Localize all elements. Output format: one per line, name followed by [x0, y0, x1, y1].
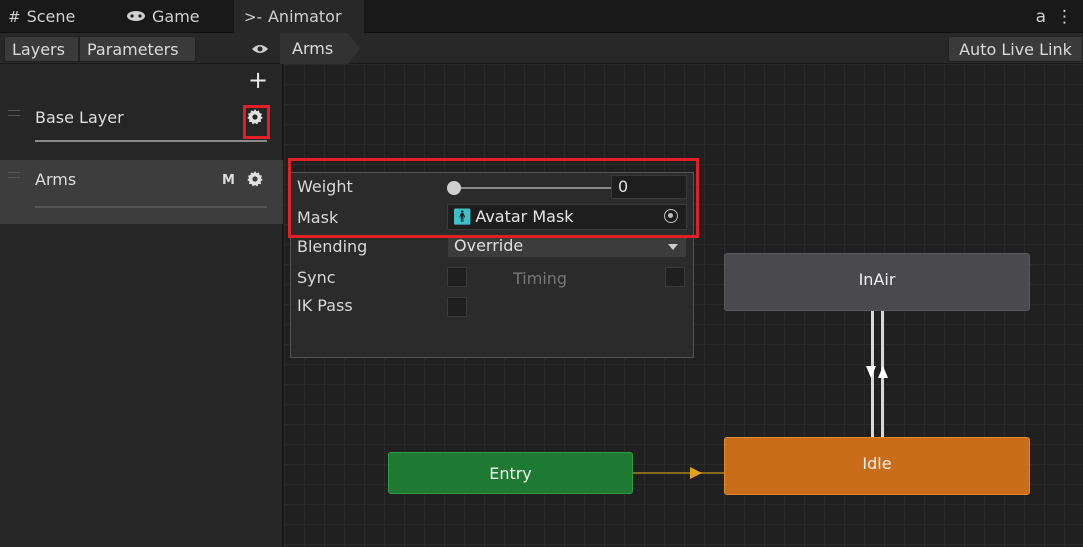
timing-checkbox[interactable] — [665, 267, 685, 287]
drag-handle-icon[interactable] — [8, 172, 20, 178]
tab-scene[interactable]: # Scene — [8, 0, 118, 33]
transition-arrows-icon — [866, 366, 888, 378]
layer-weight-bar — [35, 140, 267, 142]
gamepad-icon — [126, 8, 146, 26]
window-tab-bar: # Scene Game >- Animator a ⋮ — [0, 0, 1083, 33]
mask-badge: M — [222, 173, 235, 188]
tab-animator[interactable]: >- Animator — [234, 0, 364, 33]
chevron-down-icon — [668, 244, 678, 250]
eye-icon[interactable] — [246, 36, 274, 62]
tab-scene-label: Scene — [26, 7, 76, 26]
layer-name: Arms — [35, 170, 77, 189]
ik-pass-checkbox[interactable] — [447, 297, 467, 317]
more-menu-icon[interactable]: ⋮ — [1056, 7, 1073, 27]
grid-icon: # — [8, 7, 21, 26]
state-node-idle[interactable]: Idle — [724, 437, 1030, 495]
breadcrumb-label: Arms — [292, 39, 334, 58]
entry-arrow-icon — [690, 467, 702, 479]
layer-item-arms[interactable]: Arms M — [0, 160, 283, 224]
ik-pass-label: IK Pass — [297, 296, 353, 315]
layer-item-base-layer[interactable]: Base Layer — [0, 98, 283, 156]
layer-name: Base Layer — [35, 108, 124, 127]
state-node-inair[interactable]: InAir — [724, 253, 1030, 311]
state-label: Idle — [862, 454, 892, 473]
gear-icon[interactable] — [246, 170, 264, 193]
lock-icon[interactable]: a — [1036, 7, 1046, 27]
tab-game-label: Game — [152, 7, 200, 26]
layer-weight-bar — [35, 206, 267, 208]
highlight-box-settings — [288, 158, 699, 238]
layers-tab-button[interactable]: Layers — [4, 36, 79, 62]
add-layer-button[interactable]: + — [246, 68, 270, 92]
highlight-box-gear — [243, 105, 270, 139]
parameters-tab-button[interactable]: Parameters — [79, 36, 196, 62]
animator-toolbar: Layers Parameters — [0, 33, 1083, 64]
tab-animator-label: Animator — [267, 7, 342, 26]
sync-checkbox[interactable] — [447, 267, 467, 287]
blending-label: Blending — [297, 237, 368, 256]
breadcrumb[interactable]: Arms — [280, 33, 360, 64]
layers-panel: + Base Layer Arms M — [0, 64, 283, 547]
tab-game[interactable]: Game — [126, 0, 226, 33]
entry-transition-line[interactable] — [633, 472, 724, 474]
auto-live-link-button[interactable]: Auto Live Link — [948, 36, 1083, 62]
tabbar-right-controls: a ⋮ — [1036, 0, 1073, 33]
state-node-entry[interactable]: Entry — [388, 452, 633, 494]
blending-value: Override — [454, 236, 524, 255]
timing-label: Timing — [513, 269, 568, 288]
sync-label: Sync — [297, 268, 336, 287]
state-label: InAir — [858, 270, 896, 289]
state-label: Entry — [489, 463, 532, 483]
drag-handle-icon[interactable] — [8, 110, 20, 116]
animator-icon: >- — [244, 7, 262, 26]
